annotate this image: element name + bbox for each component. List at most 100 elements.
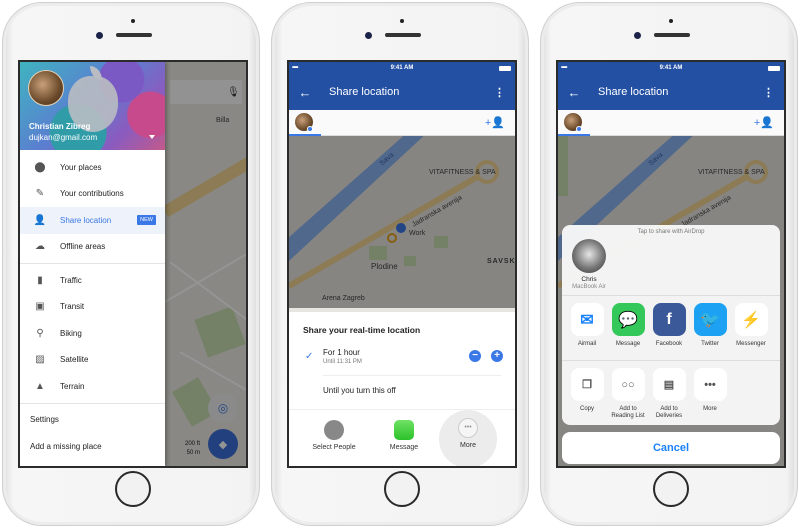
overflow-menu-icon[interactable]: ⋮ bbox=[763, 86, 774, 99]
share-sheet: Share your real-time location ✓ For 1 ho… bbox=[289, 312, 515, 466]
share-app-label: Facebook bbox=[655, 341, 683, 347]
copy-icon: ❐ bbox=[570, 368, 604, 401]
satellite-icon: ▨ bbox=[35, 354, 45, 366]
increase-time-button[interactable]: + bbox=[491, 350, 503, 362]
share-action-label: Add to Reading List bbox=[611, 406, 645, 419]
facebook-icon: f bbox=[652, 303, 686, 336]
app-bar: ← Share location ⋮ bbox=[289, 74, 515, 110]
share-action-copy[interactable]: ❐ Copy bbox=[568, 368, 606, 413]
sensor bbox=[131, 19, 135, 23]
sidebar-item-label: Transit bbox=[60, 302, 85, 312]
back-arrow-icon[interactable]: ← bbox=[289, 85, 321, 100]
divider bbox=[323, 375, 501, 376]
bike-icon: ⚲ bbox=[36, 327, 44, 339]
sidebar-item-your-contributions[interactable]: ✎ Your contributions bbox=[20, 181, 165, 208]
battery-icon bbox=[768, 66, 780, 71]
people-bar: +👤 bbox=[558, 110, 784, 136]
sidebar-item-transit[interactable]: ▣ Transit bbox=[20, 294, 165, 321]
sheet-title: Share your real-time location bbox=[303, 325, 421, 335]
home-button[interactable] bbox=[653, 471, 689, 507]
divider bbox=[562, 360, 780, 361]
earpiece-speaker bbox=[385, 33, 421, 37]
share-app-label: Message bbox=[615, 341, 641, 347]
message-button[interactable]: Message bbox=[374, 412, 434, 466]
map-scrim bbox=[289, 136, 515, 308]
select-people-button[interactable]: Select People bbox=[304, 412, 364, 466]
divider bbox=[20, 263, 165, 264]
phone-2: ••••• 9:41 AM ← Share location ⋮ +👤 VITA… bbox=[271, 2, 529, 526]
cancel-button[interactable]: Cancel bbox=[562, 432, 780, 464]
cloud-off-icon: ☁ bbox=[35, 241, 45, 253]
share-action-more[interactable]: ••• More bbox=[691, 368, 729, 413]
messages-icon: 💬 bbox=[611, 303, 645, 336]
sidebar-item-terrain[interactable]: ▲ Terrain bbox=[20, 373, 165, 400]
airmail-icon: ✉ bbox=[570, 303, 604, 336]
sidebar-item-label: Traffic bbox=[60, 275, 82, 285]
sidebar-item-traffic[interactable]: ▮ Traffic bbox=[20, 267, 165, 294]
option-label: For 1 hour bbox=[323, 348, 360, 357]
home-button[interactable] bbox=[384, 471, 420, 507]
action-label: Select People bbox=[312, 444, 356, 451]
add-person-icon[interactable]: +👤 bbox=[485, 116, 505, 129]
share-app-airmail[interactable]: ✉ Airmail bbox=[568, 303, 606, 348]
action-label: More bbox=[460, 442, 476, 449]
status-bar: ••••• 9:41 AM bbox=[289, 62, 515, 74]
share-app-message[interactable]: 💬 Message bbox=[609, 303, 647, 348]
check-icon: ✓ bbox=[305, 351, 314, 362]
add-person-icon[interactable]: +👤 bbox=[754, 116, 774, 129]
earpiece-speaker bbox=[654, 33, 690, 37]
sidebar-item-satellite[interactable]: ▨ Satellite bbox=[20, 347, 165, 374]
page-title: Share location bbox=[598, 86, 669, 98]
option-until-off[interactable]: Until you turn this off bbox=[323, 386, 396, 395]
status-bar: ••••• 9:41 AM bbox=[558, 62, 784, 74]
overflow-menu-icon[interactable]: ⋮ bbox=[494, 86, 505, 99]
share-action-add-to-reading-list[interactable]: ○○ Add to Reading List bbox=[609, 368, 647, 420]
person-icon bbox=[324, 420, 344, 440]
share-app-label: Messenger bbox=[736, 341, 766, 347]
share-action-label: Add to Deliveries bbox=[655, 406, 683, 419]
front-camera bbox=[96, 32, 103, 39]
sidebar-item-your-places[interactable]: ⬤ Your places bbox=[20, 154, 165, 181]
airdrop-contact-avatar[interactable] bbox=[572, 239, 606, 273]
deliveries-icon: ▤ bbox=[652, 368, 686, 401]
sidebar-item-label: Your contributions bbox=[60, 189, 124, 199]
signal-icon: ••••• bbox=[292, 65, 298, 71]
sidebar-item-share-location[interactable]: 👤 Share location NEW bbox=[20, 207, 165, 234]
traffic-icon: ▮ bbox=[37, 274, 43, 286]
share-app-messenger[interactable]: ⚡ Messenger bbox=[732, 303, 770, 348]
pin-icon: ⬤ bbox=[34, 161, 46, 173]
sidebar-item-biking[interactable]: ⚲ Biking bbox=[20, 320, 165, 347]
sensor bbox=[669, 19, 673, 23]
avatar[interactable] bbox=[28, 70, 64, 106]
share-action-label: More bbox=[703, 406, 717, 412]
back-arrow-icon[interactable]: ← bbox=[558, 85, 590, 100]
new-badge: NEW bbox=[137, 215, 156, 226]
user-name: Christian Zibreg bbox=[29, 122, 91, 131]
share-action-add-to-deliveries[interactable]: ▤ Add to Deliveries bbox=[650, 368, 688, 420]
sidebar-item-settings[interactable]: Settings bbox=[20, 407, 165, 434]
more-icon: ••• bbox=[458, 418, 478, 438]
message-icon bbox=[394, 420, 414, 440]
sidebar-item-label: Your places bbox=[60, 162, 102, 172]
location-dot-icon bbox=[307, 126, 313, 132]
screen-1: 🎙 Billa ◎ ◆ 200 ft 50 m Christian Zibreg … bbox=[18, 60, 248, 468]
option-one-hour[interactable]: ✓ For 1 hour Until 11:31 PM − + bbox=[289, 345, 515, 371]
divider bbox=[562, 295, 780, 296]
sidebar-item-label: Share location bbox=[60, 215, 112, 225]
decrease-time-button[interactable]: − bbox=[469, 350, 481, 362]
share-location-icon: 👤 bbox=[33, 214, 47, 226]
drawer-header: Christian Zibreg dujkan@gmail.com bbox=[20, 62, 165, 150]
status-time: 9:41 AM bbox=[659, 65, 683, 71]
more-button[interactable]: ••• More bbox=[439, 410, 497, 466]
share-app-twitter[interactable]: 🐦 Twitter bbox=[691, 303, 729, 348]
airdrop-title: Tap to share with AirDrop bbox=[637, 229, 705, 235]
phone-1: 🎙 Billa ◎ ◆ 200 ft 50 m Christian Zibreg … bbox=[2, 2, 260, 526]
account-switch-caret-icon[interactable] bbox=[149, 135, 155, 139]
sidebar-item-offline-areas[interactable]: ☁ Offline areas bbox=[20, 234, 165, 261]
airdrop-device: MacBook Air bbox=[572, 284, 606, 290]
signal-icon: ••••• bbox=[561, 65, 567, 71]
home-button[interactable] bbox=[115, 471, 151, 507]
sidebar-item-add-a-missing-place[interactable]: Add a missing place bbox=[20, 433, 165, 460]
sidebar-item-label: Biking bbox=[60, 328, 82, 338]
share-app-facebook[interactable]: f Facebook bbox=[650, 303, 688, 348]
